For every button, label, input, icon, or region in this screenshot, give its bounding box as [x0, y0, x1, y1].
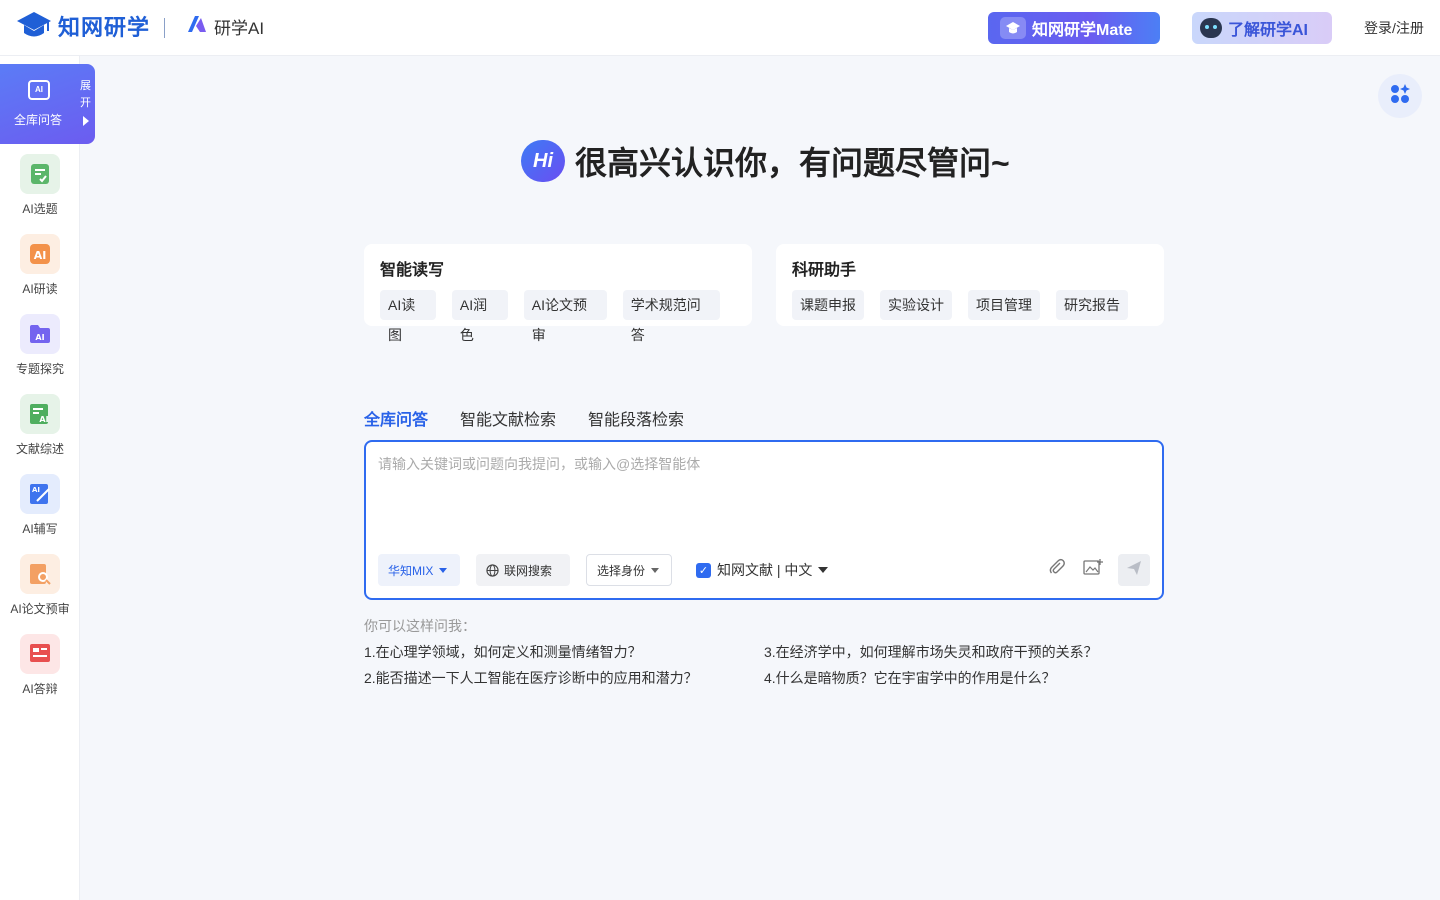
sidebar-item-library-qa[interactable]: AI 全库问答 展开 — [0, 64, 95, 144]
top-bar: 知网研学 研学AI 知网研学Mate 了解研学AI 登录/注册 — [0, 0, 1440, 56]
paper-review-icon — [20, 554, 60, 594]
sidebar-item-writing[interactable]: AI AI辅写 — [0, 474, 80, 538]
chip-ai-paper-review[interactable]: AI论文预审 — [523, 290, 607, 343]
model-select-label: 华知MIX — [388, 563, 434, 578]
apps-button[interactable] — [1378, 74, 1422, 118]
mate-button[interactable]: 知网研学Mate — [988, 12, 1160, 44]
learn-ai-label: 了解研学AI — [1228, 22, 1309, 39]
card-smart-read-write: 智能读写 AI读图 AI润色 AI论文预审 学术规范问答 — [364, 244, 752, 343]
sidebar-item-label: 全库问答 — [14, 113, 63, 127]
defense-icon — [20, 634, 60, 674]
cap-icon — [1000, 17, 1026, 39]
sidebar-item-label: 文献综述 — [15, 442, 64, 456]
sidebar-item-label: AI研读 — [22, 282, 58, 296]
ai-chat-icon: AI — [28, 80, 50, 100]
sidebar-item-label: AI论文预审 — [10, 602, 70, 616]
sidebar-item-label: 专题探究 — [15, 362, 64, 376]
source-label: 知网文献 | 中文 — [717, 562, 813, 578]
sidebar-item-defense[interactable]: AI答辩 — [0, 634, 80, 698]
subbrand[interactable]: 研学AI — [186, 14, 264, 39]
suggestion-item[interactable]: 1.在心理学领域，如何定义和测量情绪智力？ — [364, 642, 642, 662]
chip-ai-read-image[interactable]: AI读图 — [380, 290, 436, 343]
question-input-box: 华知MIX 联网搜索 选择身份 ✓ 知网文献 | 中文 — [364, 440, 1164, 600]
brand-name: 知网研学 — [58, 15, 151, 40]
chip-project-management[interactable]: 项目管理 — [968, 290, 1040, 320]
paperclip-icon — [1048, 558, 1066, 581]
chevron-down-icon — [651, 567, 660, 573]
sidebar-item-literature-review[interactable]: AI 文献综述 — [0, 394, 80, 458]
hero-greeting: Hi 很高兴认识你，有问题尽管问~ — [521, 138, 1010, 184]
card-title: 科研助手 — [792, 262, 857, 279]
sidebar: AI 全库问答 展开 AI选题 AI AI研读 AI 专题探究 AI 文献综述 … — [0, 56, 95, 900]
review-icon: AI — [20, 394, 60, 434]
role-select-label: 选择身份 — [597, 563, 646, 578]
hero-title: 很高兴认识你，有问题尽管问~ — [575, 145, 1010, 181]
learn-ai-button[interactable]: 了解研学AI — [1192, 12, 1332, 44]
card-research-assistant: 科研助手 课题申报 实验设计 项目管理 研究报告 — [776, 244, 1164, 326]
image-icon — [1083, 558, 1103, 581]
logo-divider — [164, 18, 165, 38]
ai-read-icon: AI — [20, 234, 60, 274]
send-icon — [1126, 560, 1142, 581]
question-input[interactable] — [378, 454, 1148, 544]
chip-ai-polish[interactable]: AI润色 — [451, 290, 508, 343]
card-title: 智能读写 — [380, 262, 445, 279]
model-select[interactable]: 华知MIX — [378, 554, 460, 586]
ai-logo-icon — [186, 14, 208, 39]
sidebar-item-topic[interactable]: AI选题 — [0, 154, 80, 218]
suggestion-item[interactable]: 2.能否描述一下人工智能在医疗诊断中的应用和潜力？ — [364, 668, 698, 688]
explore-icon: AI — [20, 314, 60, 354]
chip-experiment-design[interactable]: 实验设计 — [880, 290, 952, 320]
svg-text:AI: AI — [35, 333, 44, 342]
role-select[interactable]: 选择身份 — [586, 554, 672, 586]
svg-text:AI: AI — [32, 486, 40, 494]
sidebar-item-topic-explore[interactable]: AI 专题探究 — [0, 314, 80, 378]
suggestion-item[interactable]: 3.在经济学中，如何理解市场失灵和政府干预的关系？ — [764, 642, 1098, 662]
hi-badge-icon: Hi — [521, 140, 565, 182]
chip-research-report[interactable]: 研究报告 — [1056, 290, 1128, 320]
svg-text:AI: AI — [39, 415, 48, 424]
expand-toggle[interactable]: 展开 — [80, 78, 92, 112]
suggestion-item[interactable]: 4.什么是暗物质？它在宇宙学中的作用是什么？ — [764, 668, 1056, 688]
globe-icon — [486, 563, 499, 577]
chip-academic-norms[interactable]: 学术规范问答 — [622, 290, 720, 343]
subbrand-name: 研学AI — [214, 19, 265, 38]
login-link[interactable]: 登录/注册 — [1364, 18, 1424, 38]
topic-icon — [20, 154, 60, 194]
web-search-label: 联网搜索 — [504, 563, 553, 578]
expand-arrow-icon[interactable] — [83, 116, 89, 126]
image-upload-button[interactable] — [1082, 558, 1104, 580]
tab-library-qa[interactable]: 全库问答 — [364, 406, 428, 430]
tab-paragraph-search[interactable]: 智能段落检索 — [588, 406, 684, 430]
sidebar-item-research-read[interactable]: AI AI研读 — [0, 234, 80, 298]
apps-grid-icon — [1389, 83, 1411, 110]
send-button[interactable] — [1118, 554, 1150, 586]
source-select[interactable]: ✓ 知网文献 | 中文 — [696, 560, 829, 580]
graduation-cap-icon — [16, 10, 52, 42]
writing-icon: AI — [20, 474, 60, 514]
web-search-toggle[interactable]: 联网搜索 — [476, 554, 570, 586]
sidebar-item-paper-review[interactable]: AI论文预审 — [0, 554, 80, 618]
suggestions-title: 你可以这样问我： — [364, 618, 476, 634]
sidebar-item-label: AI答辩 — [22, 682, 58, 696]
chevron-down-icon — [439, 567, 448, 573]
robot-icon — [1200, 18, 1222, 38]
chip-project-application[interactable]: 课题申报 — [792, 290, 864, 320]
mate-button-label: 知网研学Mate — [1032, 22, 1133, 39]
source-checkbox[interactable]: ✓ — [696, 562, 711, 578]
sidebar-item-label: AI辅写 — [22, 522, 58, 536]
attach-button[interactable] — [1046, 558, 1068, 580]
chevron-down-icon — [818, 567, 829, 573]
sidebar-item-label: AI选题 — [22, 202, 58, 216]
search-tabs: 全库问答 智能文献检索 智能段落检索 — [364, 406, 716, 430]
svg-text:AI: AI — [34, 249, 47, 262]
brand-logo[interactable]: 知网研学 — [16, 10, 150, 42]
tab-literature-search[interactable]: 智能文献检索 — [460, 406, 556, 430]
